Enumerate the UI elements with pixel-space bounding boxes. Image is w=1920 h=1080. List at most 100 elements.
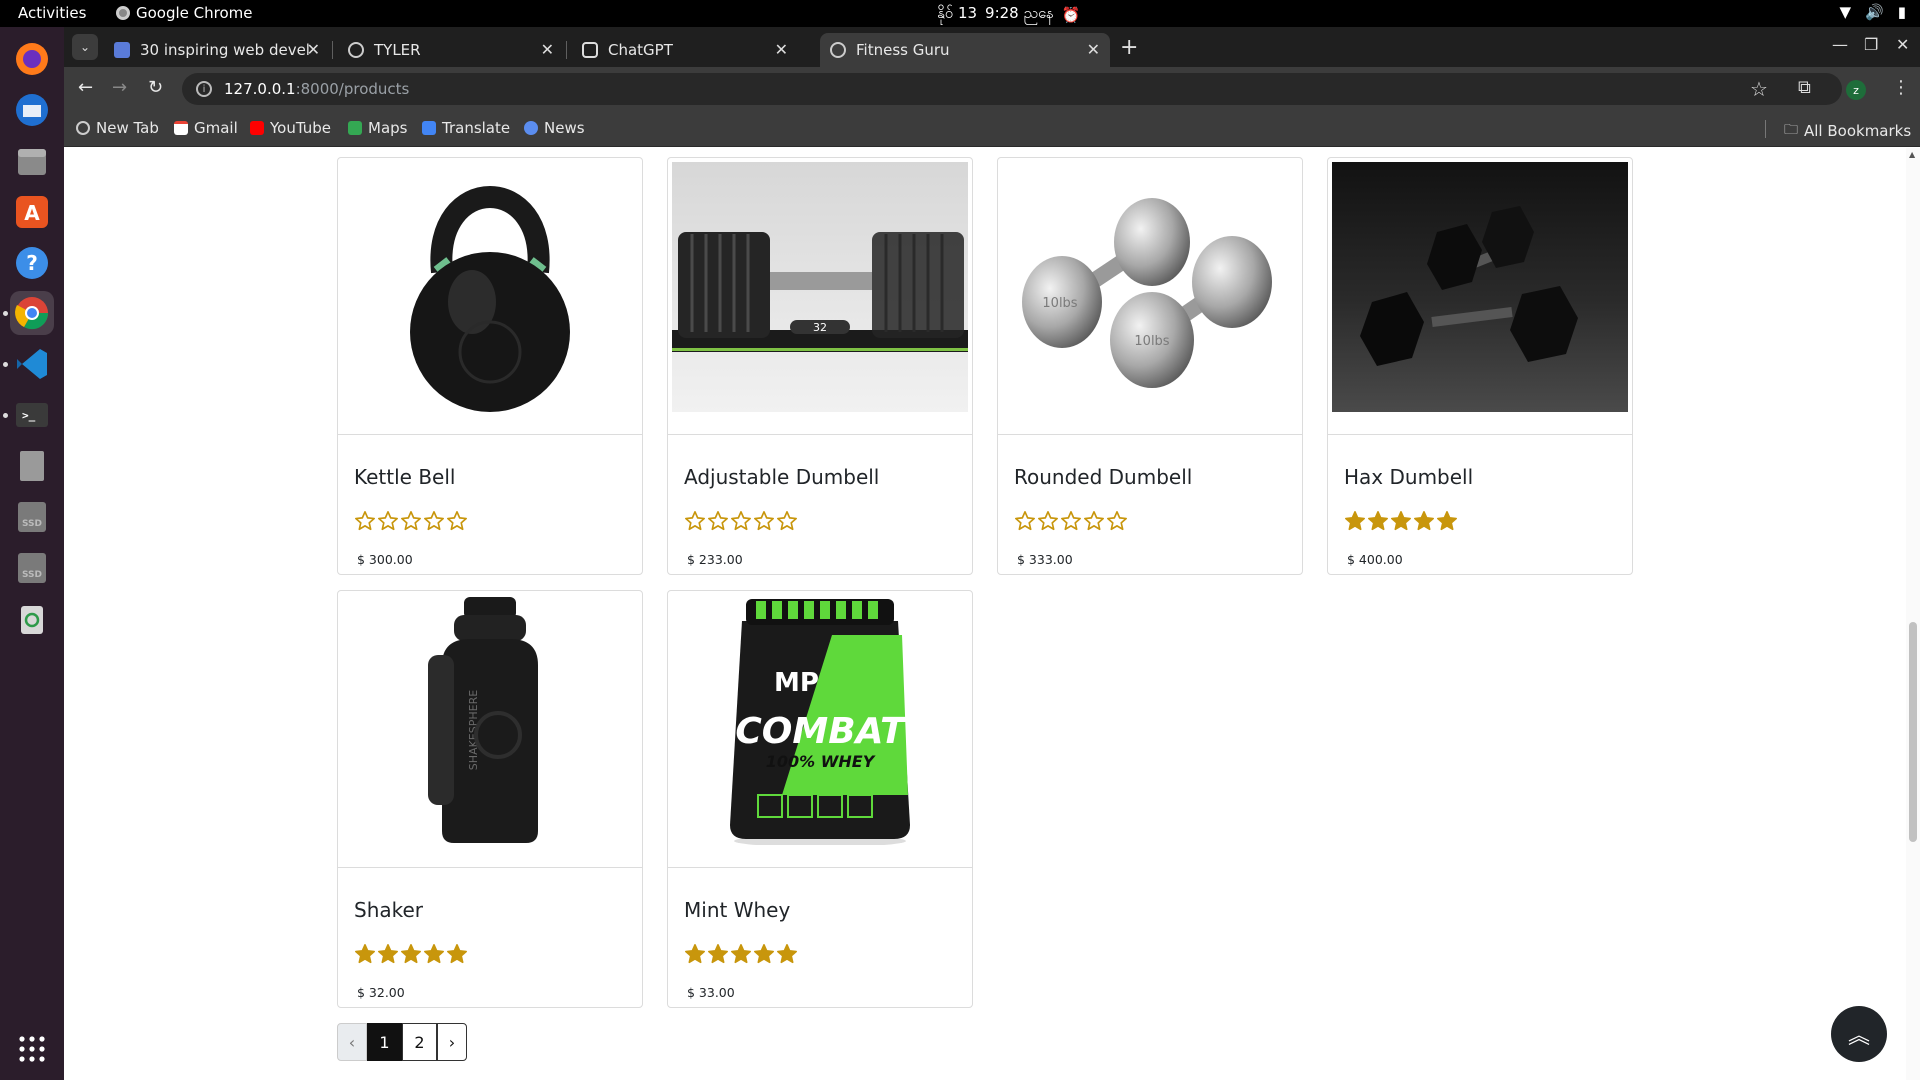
show-apps-icon[interactable]	[10, 1027, 54, 1071]
tab-close-icon[interactable]: ✕	[541, 40, 554, 59]
app-menu[interactable]: Google Chrome	[116, 4, 253, 22]
forward-button[interactable]: →	[112, 77, 127, 98]
app-center-icon[interactable]: A	[10, 190, 54, 234]
product-name[interactable]: Adjustable Dumbell	[684, 465, 879, 489]
star-outline-icon	[777, 511, 797, 531]
product-name[interactable]: Hax Dumbell	[1344, 465, 1473, 489]
tab-close-icon[interactable]: ✕	[775, 40, 788, 59]
chrome-dock-icon[interactable]	[10, 291, 54, 335]
trash-icon[interactable]	[10, 597, 54, 641]
tab-title: ChatGPT	[608, 41, 673, 59]
activities-button[interactable]: Activities	[18, 4, 86, 22]
text-editor-icon[interactable]	[10, 444, 54, 488]
product-card[interactable]: Hax Dumbell $ 400.00	[1327, 157, 1633, 575]
pagination: ‹ 1 2 ›	[337, 1023, 467, 1061]
extensions-icon[interactable]: ⧉	[1798, 77, 1811, 98]
tab-search-button[interactable]: ⌄	[72, 34, 98, 60]
bookmark-new-tab[interactable]: New Tab	[76, 119, 159, 137]
bookmark-label: Maps	[368, 119, 408, 137]
close-window-button[interactable]: ✕	[1896, 35, 1909, 54]
product-card[interactable]: MP COMBAT 100% WHEY Mint Whey $ 33.00	[667, 590, 973, 1008]
pagination-prev[interactable]: ‹	[337, 1023, 367, 1061]
system-tray[interactable]: ▼ 🔊 ▮	[1840, 3, 1907, 21]
product-image-rounded-dumbbells[interactable]: 10lbs 10lbs	[1002, 162, 1298, 412]
tab-separator	[332, 41, 333, 59]
star-filled-icon	[1437, 511, 1457, 531]
product-card[interactable]: SHAKESPHERE Shaker $ 32.00	[337, 590, 643, 1008]
tab-close-icon[interactable]: ✕	[307, 40, 320, 59]
bookmark-news[interactable]: News	[524, 119, 585, 137]
product-image-adjustable-dumbbell[interactable]: 32	[672, 162, 968, 412]
svg-text:>_: >_	[22, 409, 36, 422]
tab-chatgpt[interactable]: ChatGPT ✕	[572, 33, 798, 67]
product-image-whey-tub[interactable]: MP COMBAT 100% WHEY	[672, 595, 968, 845]
tab-tyler[interactable]: TYLER ✕	[338, 33, 564, 67]
vscode-icon[interactable]	[10, 342, 54, 386]
firefox-icon[interactable]	[10, 37, 54, 81]
star-filled-icon	[708, 944, 728, 964]
star-outline-icon	[401, 511, 421, 531]
rating-stars	[354, 943, 468, 965]
volume-icon: 🔊	[1865, 3, 1884, 21]
product-card[interactable]: Kettle Bell $ 300.00	[337, 157, 643, 575]
star-outline-icon	[754, 511, 774, 531]
new-tab-button[interactable]: +	[1120, 35, 1138, 60]
tab-close-icon[interactable]: ✕	[1087, 40, 1100, 59]
tab-fitness-guru[interactable]: Fitness Guru ✕	[820, 33, 1110, 67]
product-name[interactable]: Mint Whey	[684, 898, 790, 922]
maximize-button[interactable]: ❐	[1864, 35, 1878, 54]
terminal-icon[interactable]: >_	[10, 393, 54, 437]
star-filled-icon	[777, 944, 797, 964]
product-image-hex-dumbbells[interactable]	[1332, 162, 1628, 412]
ssd-drive-icon[interactable]: SSD	[10, 546, 54, 590]
bookmark-label: YouTube	[270, 119, 331, 137]
files-icon[interactable]	[10, 139, 54, 183]
product-card[interactable]: 32 Adjustable Dumbell $ 233.00	[667, 157, 973, 575]
product-name[interactable]: Shaker	[354, 898, 423, 922]
bookmark-gmail[interactable]: Gmail	[174, 119, 238, 137]
product-image-shaker-bottle[interactable]: SHAKESPHERE	[342, 595, 638, 845]
star-filled-icon	[401, 944, 421, 964]
globe-icon	[348, 42, 364, 58]
all-bookmarks-button[interactable]: 🗀 All Bookmarks	[1784, 119, 1911, 143]
bookmarks-separator	[1765, 120, 1766, 138]
page-scrollbar[interactable]: ▲	[1906, 148, 1920, 1080]
product-image-kettlebell[interactable]	[342, 162, 638, 412]
scroll-up-arrow[interactable]: ▲	[1909, 150, 1915, 159]
bookmark-youtube[interactable]: YouTube	[250, 119, 331, 137]
star-outline-icon	[1084, 511, 1104, 531]
running-indicator	[3, 362, 8, 367]
star-filled-icon	[1414, 511, 1434, 531]
scrollbar-thumb[interactable]	[1909, 622, 1917, 842]
back-button[interactable]: ←	[78, 77, 93, 98]
back-to-top-button[interactable]: ︽	[1831, 1006, 1887, 1062]
site-info-icon[interactable]: i	[196, 81, 212, 97]
help-icon[interactable]: ?	[10, 241, 54, 285]
minimize-button[interactable]: —	[1832, 35, 1848, 54]
address-bar[interactable]: i 127.0.0.1:8000/products	[182, 73, 1842, 105]
browser-toolbar: ← → ↻ i 127.0.0.1:8000/products ☆ ⧉ z ⋮	[64, 67, 1920, 111]
pagination-page-1[interactable]: 1	[367, 1023, 402, 1061]
news-icon	[524, 121, 538, 135]
url-path: :8000/products	[295, 80, 410, 98]
profile-avatar[interactable]: z	[1846, 80, 1866, 100]
bookmark-maps[interactable]: Maps	[348, 119, 407, 137]
star-outline-icon	[355, 511, 375, 531]
rating-stars	[354, 510, 468, 532]
pagination-next[interactable]: ›	[437, 1023, 467, 1061]
clock[interactable]: နိုဝ် 13 9:28 ညနေ ⏰	[937, 4, 1081, 26]
bookmark-star-icon[interactable]: ☆	[1750, 77, 1768, 101]
product-name[interactable]: Rounded Dumbell	[1014, 465, 1192, 489]
ssd-drive-icon[interactable]: SSD	[10, 495, 54, 539]
menu-icon[interactable]: ⋮	[1892, 77, 1910, 98]
translate-icon	[422, 121, 436, 135]
product-name[interactable]: Kettle Bell	[354, 465, 455, 489]
svg-text:SSD: SSD	[22, 570, 42, 580]
bookmark-translate[interactable]: Translate	[422, 119, 510, 137]
product-card[interactable]: 10lbs 10lbs Rounded Dumbell $ 333.00	[997, 157, 1303, 575]
tab-web-developer[interactable]: 30 inspiring web develop ✕	[104, 33, 330, 67]
favicon-icon	[114, 42, 130, 58]
thunderbird-icon[interactable]	[10, 88, 54, 132]
pagination-page-2[interactable]: 2	[402, 1023, 437, 1061]
reload-button[interactable]: ↻	[148, 77, 163, 98]
